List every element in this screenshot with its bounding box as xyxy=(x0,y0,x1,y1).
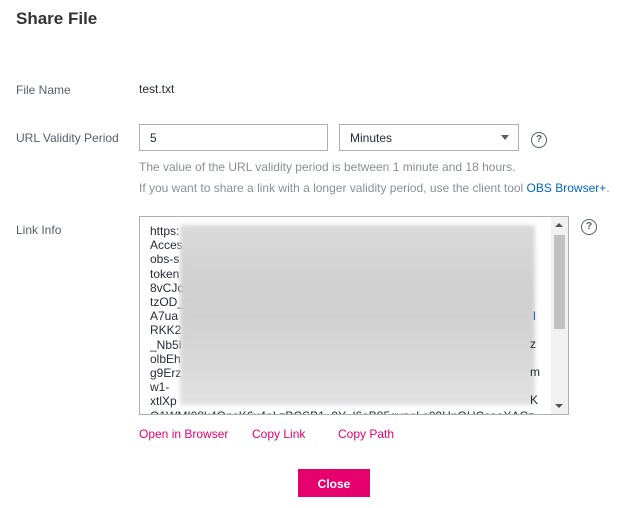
validity-unit-select[interactable]: Minutes xyxy=(339,124,519,151)
copy-path-link[interactable]: Copy Path xyxy=(338,427,394,441)
help-circle-icon[interactable]: ? xyxy=(531,132,547,148)
copy-link-link[interactable]: Copy Link xyxy=(252,427,305,441)
open-in-browser-link[interactable]: Open in Browser xyxy=(139,427,228,441)
validity-unit-selected: Minutes xyxy=(350,131,393,145)
file-name-value: test.txt xyxy=(139,82,175,96)
validity-period-value: 5 xyxy=(150,131,157,145)
validity-period-label: URL Validity Period xyxy=(16,131,119,145)
link-text-fragment: z xyxy=(530,337,536,351)
textarea-scrollbar[interactable] xyxy=(551,217,568,414)
hint-prefix: If you want to share a link with a longe… xyxy=(139,181,527,195)
validity-hint: The value of the URL validity period is … xyxy=(139,160,516,174)
obs-browser-link[interactable]: OBS Browser+ xyxy=(527,181,607,195)
link-text-fragment: K xyxy=(530,393,539,407)
link-text-fragment: l xyxy=(533,309,536,323)
scrollbar-thumb[interactable] xyxy=(554,235,565,329)
help-circle-icon[interactable]: ? xyxy=(581,219,597,235)
validity-period-input[interactable]: 5 xyxy=(139,124,328,151)
scroll-down-arrow-icon[interactable] xyxy=(555,404,563,408)
validity-hint-client-tool: If you want to share a link with a longe… xyxy=(139,181,610,195)
dialog-title: Share File xyxy=(16,9,98,28)
link-text-fragment: m xyxy=(530,365,540,379)
scroll-up-arrow-icon[interactable] xyxy=(555,223,563,227)
close-button[interactable]: Close xyxy=(298,469,370,497)
link-info-textarea[interactable]: https: Acces obs-s token 8vCJc tzOD_ A7u… xyxy=(139,216,569,415)
redacted-blur-region xyxy=(180,225,535,405)
link-info-label: Link Info xyxy=(16,223,62,237)
chevron-down-icon xyxy=(501,135,509,140)
file-name-label: File Name xyxy=(16,83,71,97)
hint-suffix: . xyxy=(606,181,610,195)
